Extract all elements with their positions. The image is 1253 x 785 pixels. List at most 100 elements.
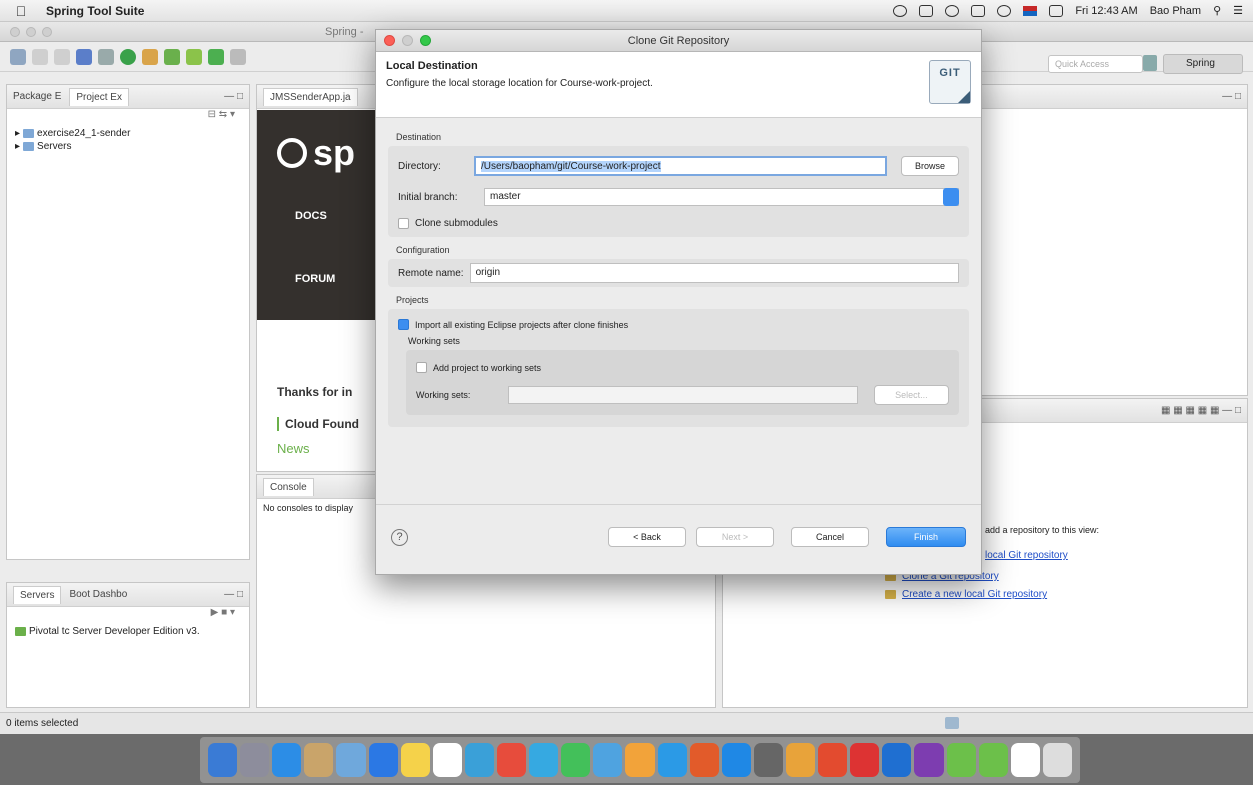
git-view-toolbar-icons[interactable]: ▦ ▦ ▦ ▦ ▦ — □	[1161, 405, 1241, 416]
dock-app-icon[interactable]	[946, 743, 976, 777]
dock-app-icon[interactable]	[818, 743, 848, 777]
git-link-label[interactable]: local Git repository	[985, 550, 1068, 561]
stop-server-icon[interactable]: ■	[221, 607, 227, 618]
dock-app-icon[interactable]	[914, 743, 944, 777]
dock-app-icon[interactable]	[208, 743, 238, 777]
tab-console[interactable]: Console	[263, 477, 314, 496]
git-link-label[interactable]: Create a new local Git repository	[902, 589, 1047, 600]
app-menu-name[interactable]: Spring Tool Suite	[46, 4, 144, 18]
git-link-add-local[interactable]: local Git repository	[985, 549, 1068, 561]
status-progress-icon[interactable]	[945, 717, 959, 729]
minimize-dialog-button[interactable]	[402, 35, 413, 46]
minimize-maximize-icon[interactable]: — □	[224, 589, 243, 600]
status-icon[interactable]	[919, 4, 934, 17]
external-tools-icon[interactable]	[164, 48, 180, 65]
help-icon[interactable]: ?	[391, 529, 408, 546]
spring-boot-icon[interactable]	[208, 48, 224, 65]
view-menu-icon[interactable]: ▾	[230, 109, 235, 120]
expand-arrow-icon[interactable]: ▸	[15, 128, 20, 139]
apple-icon[interactable]: 	[10, 3, 32, 19]
battery-icon[interactable]	[1049, 4, 1064, 17]
dock-app-icon[interactable]	[1042, 743, 1072, 777]
dock-app-icon[interactable]	[753, 743, 783, 777]
run-last-icon[interactable]	[186, 48, 202, 65]
dock-app-icon[interactable]	[785, 743, 816, 777]
dock-app-icon[interactable]	[561, 743, 591, 777]
input-source-flag-icon[interactable]	[1023, 5, 1038, 16]
menubar-user[interactable]: Bao Pham	[1150, 5, 1201, 17]
dock-app-icon[interactable]	[368, 743, 398, 777]
dock-app-icon[interactable]	[464, 743, 494, 777]
dock-app-icon[interactable]	[625, 743, 655, 777]
wifi-icon[interactable]	[997, 4, 1012, 17]
directory-input[interactable]: /Users/baopham/git/Course-work-project	[474, 156, 887, 176]
dock-app-icon[interactable]	[529, 743, 559, 777]
save-icon[interactable]	[32, 48, 48, 65]
close-window-button[interactable]	[10, 27, 20, 37]
airplay-icon[interactable]	[971, 4, 986, 17]
dock-app-icon[interactable]	[1010, 743, 1040, 777]
tree-item-project[interactable]: ▸ exercise24_1-sender	[7, 127, 249, 140]
dock-app-icon[interactable]	[336, 743, 366, 777]
import-projects-row[interactable]: Import all existing Eclipse projects aft…	[398, 319, 959, 330]
new-icon[interactable]	[10, 48, 26, 65]
server-item[interactable]: Pivotal tc Server Developer Edition v3.	[7, 625, 249, 638]
console-icon[interactable]	[76, 48, 92, 65]
browse-button[interactable]: Browse	[901, 156, 959, 176]
dock-app-icon[interactable]	[593, 743, 623, 777]
minimize-maximize-icon[interactable]: — □	[1222, 91, 1241, 102]
notification-center-icon[interactable]: ☰	[1233, 4, 1243, 17]
start-server-icon[interactable]: ▶	[211, 607, 219, 618]
dock-app-icon[interactable]	[882, 743, 912, 777]
expand-arrow-icon[interactable]: ▸	[15, 141, 20, 152]
tab-editor-file[interactable]: JMSSenderApp.ja	[263, 87, 358, 106]
working-sets-select[interactable]	[507, 386, 858, 404]
spring-perspective-button[interactable]: Spring	[1163, 54, 1243, 74]
quick-access-input[interactable]: Quick Access	[1048, 55, 1143, 73]
view-menu-icon[interactable]: ▾	[230, 607, 235, 618]
tab-package-explorer[interactable]: Package E	[13, 91, 61, 102]
tree-item-servers[interactable]: ▸ Servers	[7, 140, 249, 153]
dashboard-nav-docs[interactable]: DOCS	[295, 210, 327, 222]
open-perspective-icon[interactable]	[1143, 55, 1157, 71]
next-button[interactable]: Next >	[696, 527, 774, 547]
edit-icon[interactable]	[98, 48, 114, 65]
remote-name-input[interactable]: origin	[469, 263, 959, 283]
dock-app-icon[interactable]	[400, 743, 430, 777]
dock-app-icon[interactable]	[978, 743, 1008, 777]
minimize-window-button[interactable]	[26, 27, 36, 37]
dock-app-icon[interactable]	[850, 743, 880, 777]
tab-boot-dashboard[interactable]: Boot Dashbo	[69, 589, 127, 600]
finish-button[interactable]: Finish	[886, 527, 966, 547]
dock-app-icon[interactable]	[304, 743, 334, 777]
dock-app-icon[interactable]	[272, 743, 302, 777]
dashboard-nav-forum[interactable]: FORUM	[295, 273, 335, 285]
menubar-clock[interactable]: Fri 12:43 AM	[1075, 5, 1137, 17]
select-working-sets-button[interactable]: Select...	[873, 385, 949, 405]
save-all-icon[interactable]	[54, 48, 70, 65]
close-dialog-button[interactable]	[384, 35, 395, 46]
status-icon[interactable]	[945, 4, 960, 17]
initial-branch-select[interactable]: master	[484, 188, 959, 206]
collapse-all-icon[interactable]: ⊟	[208, 109, 216, 120]
zoom-dialog-button[interactable]	[420, 35, 431, 46]
link-editor-icon[interactable]: ⇆	[219, 109, 227, 120]
dock-app-icon[interactable]	[496, 743, 527, 777]
dock-app-icon[interactable]	[721, 743, 751, 777]
import-projects-checkbox[interactable]	[398, 319, 409, 330]
dock-app-icon[interactable]	[432, 743, 462, 777]
status-icon[interactable]	[893, 4, 908, 17]
add-to-working-sets-row[interactable]: Add project to working sets	[416, 362, 949, 373]
zoom-window-button[interactable]	[42, 27, 52, 37]
tab-servers[interactable]: Servers	[13, 585, 62, 604]
dock-app-icon[interactable]	[689, 743, 719, 777]
back-button[interactable]: < Back	[608, 527, 686, 547]
git-link-create[interactable]: Create a new local Git repository	[885, 589, 1047, 600]
cancel-button[interactable]: Cancel	[791, 527, 869, 547]
minimize-maximize-icon[interactable]: — □	[224, 91, 243, 102]
clone-submodules-checkbox[interactable]	[398, 218, 409, 229]
select-arrow-icon[interactable]	[943, 188, 959, 206]
clone-submodules-row[interactable]: Clone submodules	[398, 218, 959, 229]
dock-app-icon[interactable]	[240, 743, 270, 777]
debug-icon[interactable]	[142, 48, 158, 65]
